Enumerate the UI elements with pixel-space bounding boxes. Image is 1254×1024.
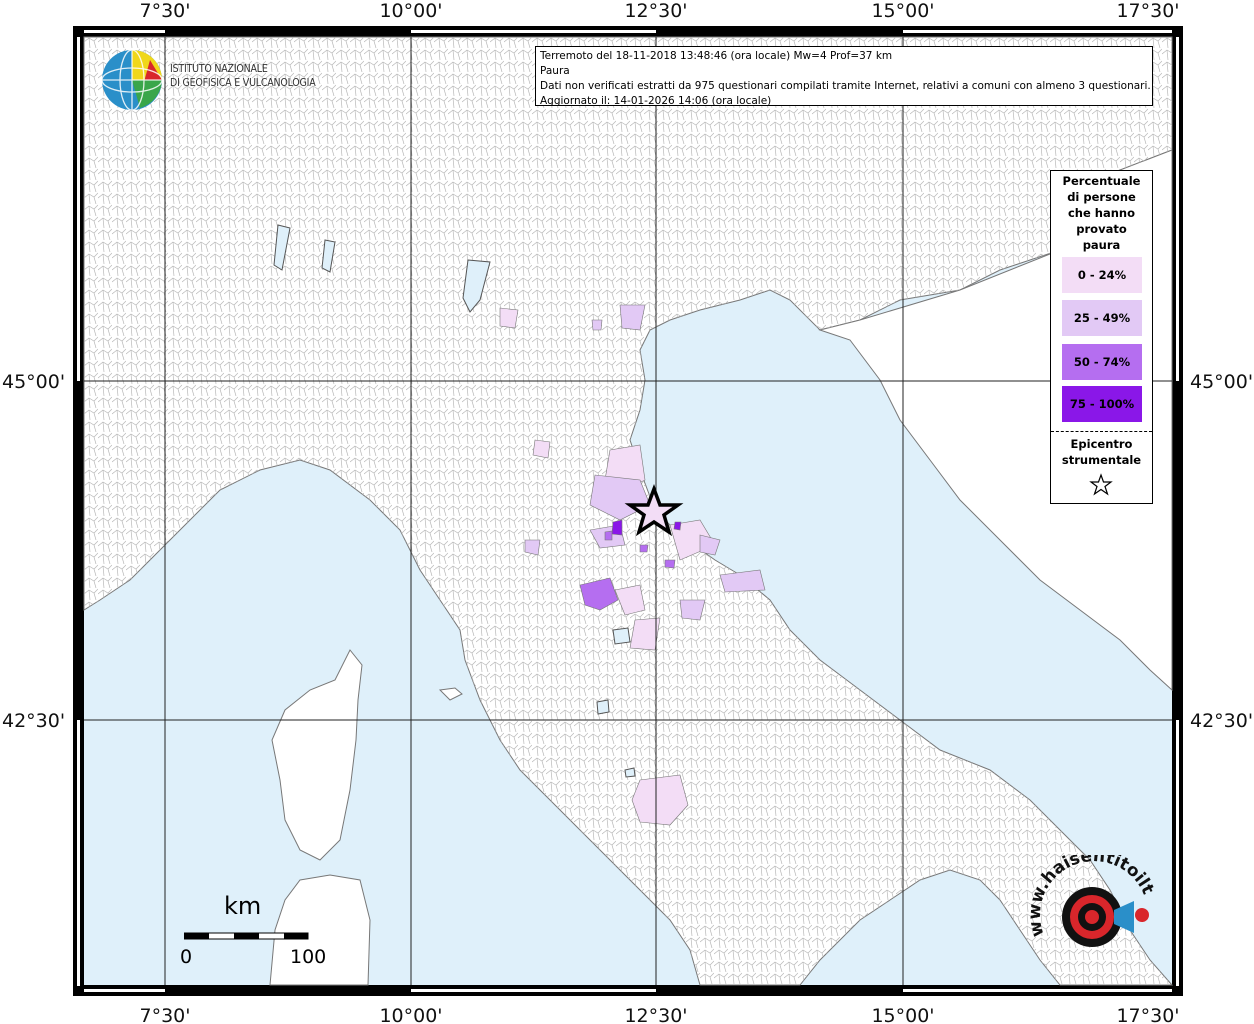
- felt-area: [532, 439, 551, 459]
- felt-area: [499, 307, 519, 329]
- epicenter-legend-line: Epicentro: [1070, 437, 1133, 451]
- lat-tick-right: 45°00': [1190, 371, 1253, 393]
- felt-area: [673, 521, 682, 531]
- ingv-name-line: DI GEOFISICA E VULCANOLOGIA: [170, 77, 316, 89]
- star-icon: [1089, 473, 1113, 496]
- lon-tick-bottom: 12°30': [624, 1005, 687, 1024]
- ingv-name-line: ISTITUTO NAZIONALE: [170, 63, 268, 75]
- globe-icon: [101, 49, 163, 111]
- scale-bar: km 0 100: [180, 892, 326, 972]
- data-note: Dati non verificati estratti da 975 ques…: [540, 80, 1151, 92]
- lon-tick-bottom: 7°30': [140, 1005, 191, 1024]
- legend-title-line: di persone: [1067, 190, 1136, 204]
- felt-area: [611, 519, 623, 536]
- lon-tick-bottom: 17°30': [1116, 1005, 1179, 1024]
- legend-title: Percentuale di persone che hanno provato…: [1051, 171, 1152, 253]
- ingv-logo: ISTITUTO NAZIONALE DI GEOFISICA E VULCAN…: [100, 48, 320, 112]
- scale-end-label: 100: [290, 946, 327, 968]
- scale-start-label: 0: [180, 946, 193, 968]
- legend-item-0-24: 0 - 24%: [1062, 257, 1142, 293]
- legend: Percentuale di persone che hanno provato…: [1050, 170, 1153, 504]
- hai-sentito-il-terremoto-logo: www.haisentitoilterremoto.it: [1021, 840, 1160, 980]
- lon-tick-top: 12°30': [624, 0, 687, 22]
- lat-tick-right: 42°30': [1190, 710, 1253, 732]
- event-title: Terremoto del 18-11-2018 13:48:46 (ora l…: [540, 50, 893, 62]
- update-timestamp: Aggiornato il: 14-01-2026 14:06 (ora loc…: [540, 95, 772, 106]
- lon-tick-top: 15°00': [871, 0, 934, 22]
- legend-item-25-49: 25 - 49%: [1062, 300, 1142, 336]
- legend-item-50-74: 50 - 74%: [1062, 344, 1142, 380]
- legend-item-75-100: 75 - 100%: [1062, 386, 1142, 422]
- scale-bar-graphic: [184, 932, 309, 940]
- lon-tick-top: 17°30': [1116, 0, 1179, 22]
- scale-unit: km: [224, 892, 262, 920]
- parameter-name: Paura: [540, 65, 570, 77]
- legend-divider: [1051, 431, 1152, 432]
- legend-title-line: che hanno: [1067, 206, 1136, 220]
- felt-area: [604, 530, 613, 541]
- lat-tick-left: 45°00': [2, 371, 65, 393]
- felt-area: [591, 319, 603, 331]
- lon-tick-bottom: 15°00': [871, 1005, 934, 1024]
- lat-tick-left: 42°30': [2, 710, 65, 732]
- epicenter-legend-label: Epicentro strumentale: [1051, 436, 1152, 468]
- lon-tick-top: 7°30': [140, 0, 191, 22]
- epicenter-legend-line: strumentale: [1061, 453, 1142, 467]
- lon-tick-top: 10°00': [379, 0, 442, 22]
- target-megaphone-icon: www.haisentitoilterremoto.it: [1021, 840, 1158, 947]
- lon-tick-bottom: 10°00': [379, 1005, 442, 1024]
- legend-item-label: 75 - 100%: [1069, 397, 1135, 411]
- felt-area: [524, 539, 541, 556]
- felt-area: [664, 559, 676, 569]
- ingv-name: ISTITUTO NAZIONALE DI GEOFISICA E VULCAN…: [170, 62, 316, 90]
- event-info-box: Terremoto del 18-11-2018 13:48:46 (ora l…: [535, 46, 1153, 106]
- felt-area: [639, 544, 649, 553]
- legend-title-line: Percentuale: [1062, 174, 1141, 188]
- legend-item-label: 0 - 24%: [1077, 268, 1127, 282]
- legend-title-line: paura: [1082, 238, 1121, 252]
- legend-item-label: 25 - 49%: [1073, 311, 1131, 325]
- legend-title-line: provato: [1076, 222, 1127, 236]
- legend-item-label: 50 - 74%: [1073, 355, 1131, 369]
